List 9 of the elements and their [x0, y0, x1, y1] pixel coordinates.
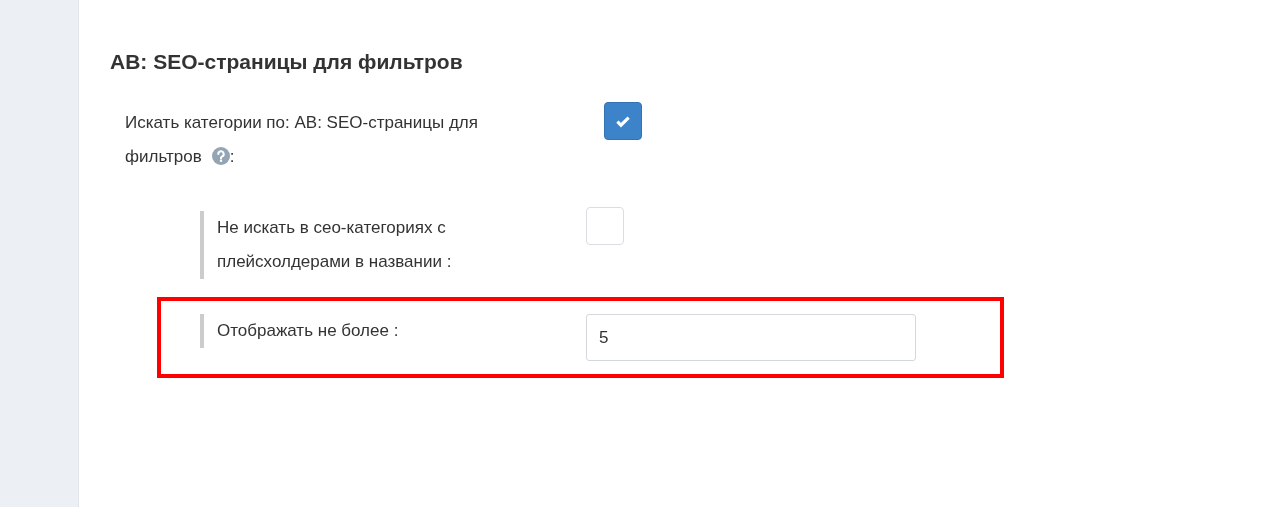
label-colon: :	[229, 147, 235, 166]
help-icon[interactable]	[211, 147, 230, 165]
section-title: АВ: SEO-страницы для фильтров	[110, 50, 464, 74]
checkbox[interactable]	[604, 102, 642, 140]
setting-label: фильтров	[125, 147, 202, 166]
setting-label: Искать категории по: АВ: SEO-страницы для	[125, 113, 478, 132]
setting-label: Не искать в сео-категориях с плейсхолдерами в названии :	[217, 218, 452, 271]
number-field[interactable]: 5	[586, 314, 916, 361]
setting-label: Отображать не более :	[217, 321, 399, 340]
